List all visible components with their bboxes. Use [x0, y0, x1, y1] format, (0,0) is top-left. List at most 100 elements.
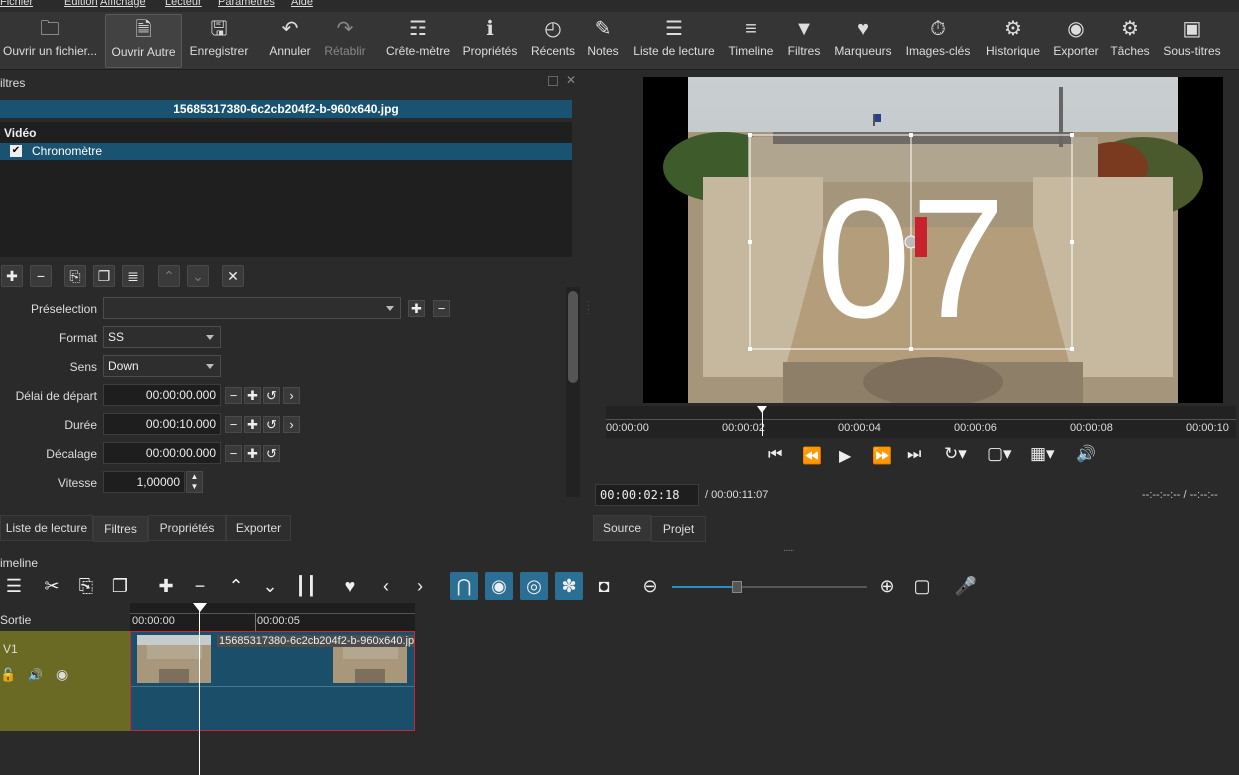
offset-field[interactable]: 00:00:00.000 [103, 442, 221, 464]
tab-properties[interactable]: Propriétés [148, 515, 226, 541]
menu-help[interactable]: Aide [291, 0, 313, 8]
start-delay-plus[interactable]: ✚ [244, 387, 261, 404]
timeline-clip[interactable]: 15685317380-6c2cb204f2-b-960x640.jpg [130, 631, 415, 731]
open-file-button[interactable]: 🗀 Ouvrir un fichier... [0, 14, 100, 68]
jobs-button[interactable]: ⚙ Tâches [1108, 14, 1152, 68]
track-header-v1[interactable]: V1 🔓 🔊 ◉ [0, 631, 130, 731]
close-icon[interactable]: ✕ [566, 73, 576, 87]
preset-combo[interactable] [103, 297, 401, 319]
duration-reset-icon[interactable]: ↺ [263, 416, 280, 433]
start-delay-minus[interactable]: − [225, 387, 242, 404]
snap-icon[interactable]: ⋂ [450, 572, 478, 600]
move-up-button[interactable]: ⌃ [158, 265, 180, 287]
split-icon[interactable]: ┃┃ [292, 572, 320, 600]
keyframes-button[interactable]: ⏱ Images-clés [903, 14, 973, 68]
add-filter-button[interactable]: ✚ [1, 265, 23, 287]
timeline-menu-icon[interactable]: ☰ [0, 572, 28, 600]
float-icon[interactable] [548, 76, 558, 86]
open-other-button[interactable]: 🗎 Ouvrir Autre [105, 14, 182, 68]
notes-button[interactable]: ✎ Notes [584, 14, 622, 68]
save-filter-set-button[interactable]: ≣ [122, 265, 144, 287]
move-down-button[interactable]: ⌄ [187, 265, 209, 287]
remove-filter-button[interactable]: − [30, 265, 52, 287]
horizontal-splitter[interactable]: ...... [783, 543, 795, 554]
speed-field[interactable]: 1,00000 [103, 471, 185, 493]
tab-export[interactable]: Exporter [226, 515, 291, 541]
save-button[interactable]: 🖫 Enregistrer [186, 14, 252, 68]
tab-playlist[interactable]: Liste de lecture [0, 515, 93, 541]
params-scrollbar[interactable] [566, 287, 580, 497]
filter-checkbox[interactable]: ✔ [10, 145, 22, 157]
player-ruler[interactable]: 00:00:00 00:00:02 00:00:04 00:00:06 00:0… [606, 406, 1236, 438]
zoom-icon[interactable]: ▢▾ [987, 444, 1019, 466]
duration-minus[interactable]: − [225, 416, 242, 433]
menu-view[interactable]: Affichage [100, 0, 146, 8]
overwrite-icon[interactable]: ⌄ [256, 572, 284, 600]
copy-icon[interactable]: ⎘ [72, 572, 100, 600]
duration-plus[interactable]: ✚ [244, 416, 261, 433]
start-delay-reset-icon[interactable]: ↺ [263, 387, 280, 404]
filter-item-chronometre[interactable]: ✔ Chronomètre [0, 143, 572, 160]
skip-next-icon[interactable]: ⏭ [907, 446, 931, 468]
menu-edit[interactable]: Edition [64, 0, 98, 8]
paste-icon[interactable]: ❐ [106, 572, 134, 600]
zoom-out-icon[interactable]: ⊖ [636, 572, 664, 600]
scrollbar-thumb[interactable] [568, 291, 578, 383]
format-combo[interactable]: SS [103, 326, 221, 348]
offset-plus[interactable]: ✚ [244, 445, 261, 462]
start-delay-next-icon[interactable]: › [283, 387, 300, 404]
zoom-in-icon[interactable]: ⊕ [873, 572, 901, 600]
zoom-slider-handle[interactable] [732, 581, 742, 593]
add-marker-icon[interactable]: ♥ [336, 572, 364, 600]
volume-icon[interactable]: 🔊 [1076, 444, 1100, 466]
append-icon[interactable]: ✚ [152, 572, 180, 600]
menu-player[interactable]: Lecteur [165, 0, 202, 8]
lift-icon[interactable]: ⌃ [222, 572, 250, 600]
menu-file[interactable]: Fichier [0, 0, 33, 8]
lock-icon[interactable]: 🔓 [0, 667, 16, 683]
tab-project[interactable]: Projet [651, 516, 706, 542]
timeline-ruler[interactable]: 00:00:00 00:00:05 [130, 603, 415, 631]
timeline-playhead-marker[interactable] [193, 603, 207, 612]
duration-next-icon[interactable]: › [283, 416, 300, 433]
zoom-fit-icon[interactable]: ▢ [908, 572, 936, 600]
splitter-handle[interactable]: · · · · [587, 298, 590, 320]
tab-filters[interactable]: Filtres [93, 516, 148, 542]
playhead-marker[interactable] [757, 406, 767, 413]
loop-icon[interactable]: ↻▾ [944, 444, 974, 466]
filters-button[interactable]: ▼ Filtres [784, 14, 824, 68]
copy-filter-button[interactable]: ⎘ [64, 265, 86, 287]
preset-add-button[interactable]: ✚ [408, 300, 425, 317]
timeline-playhead[interactable] [199, 603, 200, 775]
scrub-icon[interactable]: ◉ [485, 572, 513, 600]
visibility-eye-icon[interactable]: ◉ [56, 666, 68, 683]
ripple-markers-icon[interactable]: ◘ [590, 572, 618, 600]
speed-spinner[interactable]: ▲ ▼ [186, 471, 203, 493]
ripple-icon[interactable]: ◎ [520, 572, 548, 600]
fast-forward-icon[interactable]: ⏩ [872, 446, 896, 468]
undo-button[interactable]: ↶ Annuler [264, 14, 316, 68]
duration-field[interactable]: 00:00:10.000 [103, 413, 221, 435]
subtitles-button[interactable]: ▣ Sous-titres [1160, 14, 1224, 68]
playlist-button[interactable]: ☰ Liste de lecture [630, 14, 718, 68]
rewind-icon[interactable]: ⏪ [802, 446, 826, 468]
offset-minus[interactable]: − [225, 445, 242, 462]
recent-button[interactable]: ◴ Récents [528, 14, 578, 68]
menu-settings[interactable]: Paramètres [218, 0, 275, 8]
preset-remove-button[interactable]: − [433, 300, 450, 317]
grid-icon[interactable]: ▦▾ [1030, 444, 1062, 466]
export-button[interactable]: ◉ Exporter [1051, 14, 1101, 68]
video-viewer[interactable]: 07 [643, 77, 1223, 403]
zoom-slider[interactable] [672, 581, 867, 593]
record-audio-icon[interactable]: 🎤 [952, 572, 980, 600]
properties-button[interactable]: ℹ Propriétés [460, 14, 520, 68]
direction-combo[interactable]: Down [103, 355, 221, 377]
deselect-filter-button[interactable]: ✕ [222, 265, 244, 287]
remove-icon[interactable]: − [186, 572, 214, 600]
offset-reset-icon[interactable]: ↺ [263, 445, 280, 462]
cut-icon[interactable]: ✂ [38, 572, 66, 600]
markers-button[interactable]: ♥ Marqueurs [830, 14, 896, 68]
position-timecode-field[interactable]: 00:00:02:18 [595, 484, 699, 506]
ripple-all-icon[interactable]: ✽ [555, 572, 583, 600]
redo-button[interactable]: ↷ Rétablir [320, 14, 370, 68]
